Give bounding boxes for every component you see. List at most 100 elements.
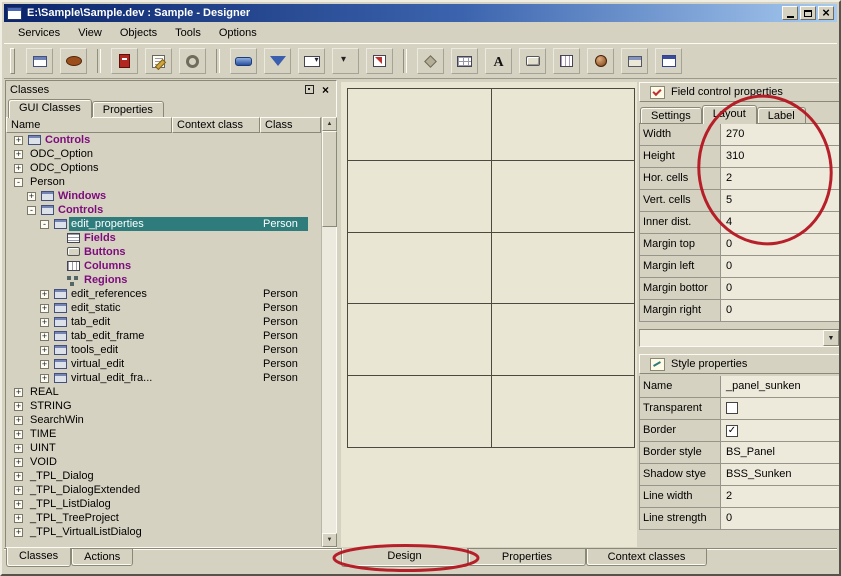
checkbox-unchecked-icon[interactable] bbox=[726, 402, 738, 414]
grid-cell[interactable] bbox=[492, 161, 635, 232]
tree-row[interactable]: +ODC_Options bbox=[6, 161, 321, 175]
window-frame-button[interactable] bbox=[621, 48, 648, 74]
maximize-button[interactable] bbox=[800, 6, 816, 20]
tree-expander[interactable]: + bbox=[14, 388, 28, 397]
collapse-minus-icon[interactable]: - bbox=[40, 220, 49, 229]
property-value[interactable]: 0 bbox=[721, 278, 840, 300]
property-value[interactable] bbox=[721, 398, 840, 420]
grid-cell[interactable] bbox=[348, 233, 491, 304]
menu-objects[interactable]: Objects bbox=[111, 24, 166, 42]
static-text-button[interactable] bbox=[485, 48, 512, 74]
tree-row[interactable]: Columns bbox=[6, 259, 321, 273]
tab-classes[interactable]: Classes bbox=[6, 548, 71, 567]
column-header-class[interactable]: Class bbox=[260, 117, 321, 133]
tree-row[interactable]: +virtual_editPerson bbox=[6, 357, 321, 371]
field-control-properties-header[interactable]: Field control properties bbox=[639, 82, 840, 102]
grid-cell[interactable] bbox=[348, 89, 491, 160]
tree-expander[interactable]: - bbox=[14, 178, 28, 187]
tree-expander[interactable]: + bbox=[14, 514, 28, 523]
calendar-button[interactable] bbox=[655, 48, 682, 74]
expand-plus-icon[interactable]: + bbox=[14, 402, 23, 411]
design-canvas[interactable] bbox=[341, 82, 637, 547]
roller-button[interactable] bbox=[230, 48, 257, 74]
tree-row[interactable]: +VOID bbox=[6, 455, 321, 469]
tree-expander[interactable]: + bbox=[14, 444, 28, 453]
property-value[interactable]: 0 bbox=[721, 300, 840, 322]
close-button[interactable] bbox=[818, 6, 834, 20]
tree-row[interactable]: Fields bbox=[6, 231, 321, 245]
tree-row[interactable]: +ODC_Option bbox=[6, 147, 321, 161]
property-value[interactable]: 310 bbox=[721, 146, 840, 168]
button-button[interactable] bbox=[519, 48, 546, 74]
tree-expander[interactable]: + bbox=[14, 486, 28, 495]
tree-expander[interactable]: + bbox=[14, 416, 28, 425]
tree-scrollbar[interactable] bbox=[321, 117, 336, 547]
tree-expander[interactable]: + bbox=[14, 402, 28, 411]
property-value[interactable]: 0 bbox=[721, 508, 840, 530]
tree-expander[interactable]: + bbox=[40, 318, 54, 327]
tree-row[interactable]: +REAL bbox=[6, 385, 321, 399]
tab-properties[interactable]: Properties bbox=[92, 101, 164, 117]
minimize-button[interactable] bbox=[782, 6, 798, 20]
grid-cell[interactable] bbox=[492, 304, 635, 375]
tab-design[interactable]: Design bbox=[341, 548, 468, 567]
expand-plus-icon[interactable]: + bbox=[40, 304, 49, 313]
collapse-minus-icon[interactable]: - bbox=[27, 206, 36, 215]
sphere-button[interactable] bbox=[587, 48, 614, 74]
expand-plus-icon[interactable]: + bbox=[14, 416, 23, 425]
property-value[interactable]: 270 bbox=[721, 124, 840, 146]
expand-plus-icon[interactable]: + bbox=[40, 332, 49, 341]
catalog-button[interactable] bbox=[111, 48, 138, 74]
tree-row[interactable]: -edit_propertiesPerson bbox=[6, 217, 321, 231]
tree-windows-button[interactable] bbox=[26, 48, 53, 74]
tree-row[interactable]: +edit_referencesPerson bbox=[6, 287, 321, 301]
donut-button[interactable] bbox=[179, 48, 206, 74]
scrollbar-thumb[interactable] bbox=[322, 131, 337, 227]
tab-gui-classes[interactable]: GUI Classes bbox=[8, 99, 92, 118]
expand-plus-icon[interactable]: + bbox=[14, 150, 23, 159]
title-bar[interactable]: E:\Sample\Sample.dev : Sample - Designer bbox=[4, 4, 837, 22]
expand-plus-icon[interactable]: + bbox=[40, 346, 49, 355]
property-value[interactable]: _panel_sunken bbox=[721, 376, 840, 398]
property-value[interactable]: 2 bbox=[721, 168, 840, 190]
collapse-minus-icon[interactable]: - bbox=[14, 178, 23, 187]
scroll-down-icon[interactable] bbox=[322, 533, 337, 547]
tab-actions[interactable]: Actions bbox=[71, 549, 133, 566]
style-combobox[interactable] bbox=[639, 329, 840, 347]
tree-row[interactable]: +_TPL_Dialog bbox=[6, 469, 321, 483]
property-value[interactable]: 0 bbox=[721, 234, 840, 256]
tree-expander[interactable]: + bbox=[27, 192, 41, 201]
tree-row[interactable]: +tab_edit_framePerson bbox=[6, 329, 321, 343]
tree-expander[interactable]: - bbox=[27, 206, 41, 215]
tree-row[interactable]: +edit_staticPerson bbox=[6, 301, 321, 315]
tree-expander[interactable]: + bbox=[40, 374, 54, 383]
tree-row[interactable]: +_TPL_ListDialog bbox=[6, 497, 321, 511]
property-value[interactable]: ✓ bbox=[721, 420, 840, 442]
panel-close-button[interactable] bbox=[319, 84, 332, 96]
property-value[interactable]: 0 bbox=[721, 256, 840, 278]
grid-cell[interactable] bbox=[492, 89, 635, 160]
tree-expander[interactable]: + bbox=[14, 430, 28, 439]
tree-row[interactable]: +Controls bbox=[6, 133, 321, 147]
expand-plus-icon[interactable]: + bbox=[14, 444, 23, 453]
tree-row[interactable]: Regions bbox=[6, 273, 321, 287]
column-header-context-class[interactable]: Context class bbox=[172, 117, 260, 133]
expand-plus-icon[interactable]: + bbox=[27, 192, 36, 201]
table-button[interactable] bbox=[451, 48, 478, 74]
toolbar-grip[interactable] bbox=[10, 48, 15, 74]
tree-expander[interactable]: + bbox=[40, 290, 54, 299]
tree-expander[interactable]: + bbox=[40, 346, 54, 355]
tree-expander[interactable]: - bbox=[40, 220, 54, 229]
preview-button[interactable] bbox=[366, 48, 393, 74]
grid-cell[interactable] bbox=[348, 304, 491, 375]
tree-expander[interactable]: + bbox=[14, 528, 28, 537]
tree-row[interactable]: +tab_editPerson bbox=[6, 315, 321, 329]
grid-cell[interactable] bbox=[348, 376, 491, 447]
tree-expander[interactable]: + bbox=[40, 332, 54, 341]
property-value[interactable]: BS_Panel bbox=[721, 442, 840, 464]
tree-expander[interactable]: + bbox=[14, 500, 28, 509]
tree-row[interactable]: +virtual_edit_fra...Person bbox=[6, 371, 321, 385]
expand-plus-icon[interactable]: + bbox=[14, 486, 23, 495]
tree-expander[interactable]: + bbox=[14, 150, 28, 159]
tab-label[interactable]: Label bbox=[757, 107, 806, 123]
